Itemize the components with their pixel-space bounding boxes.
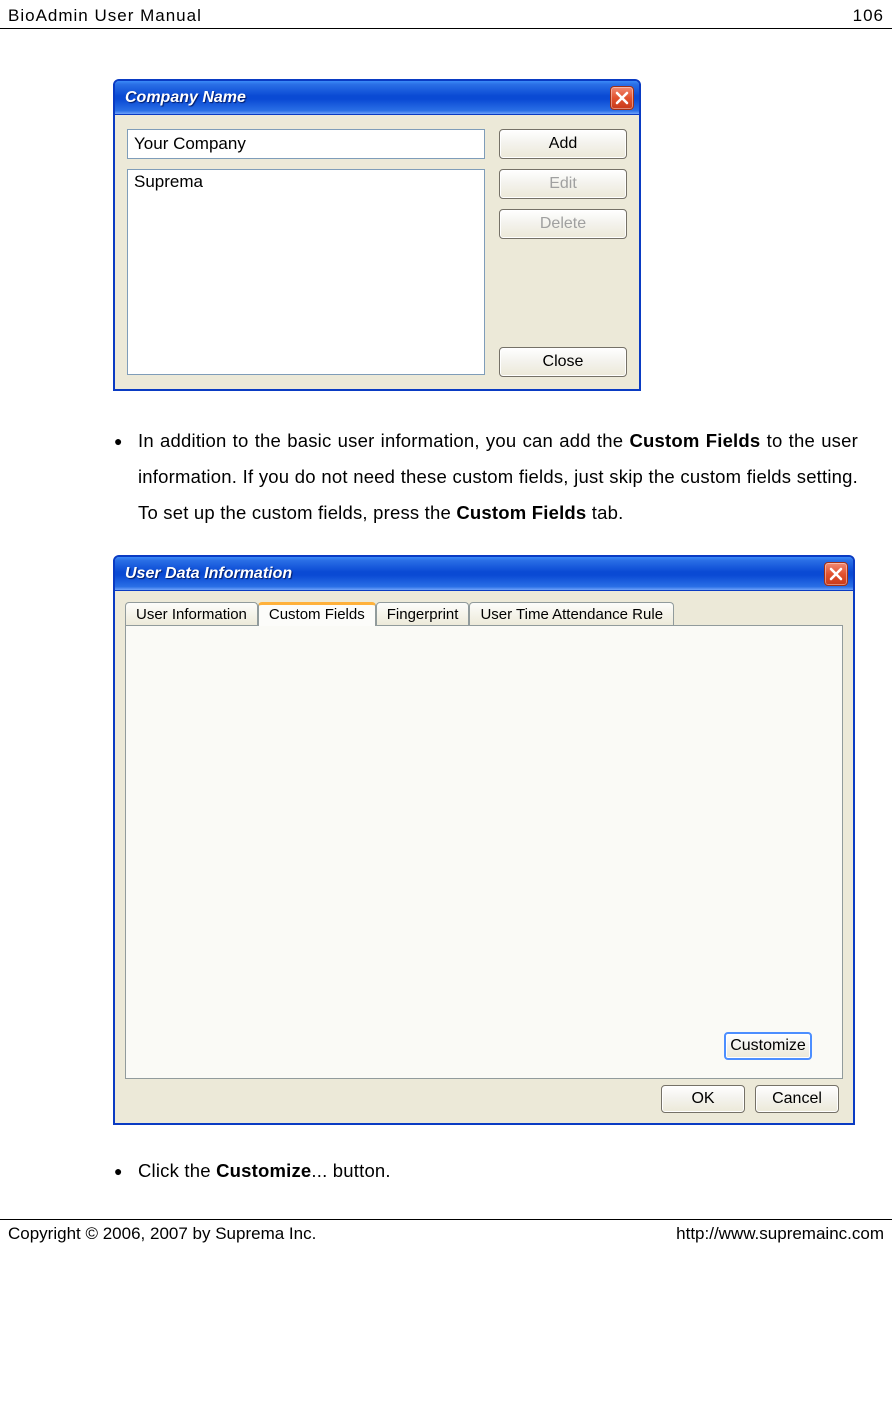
text-run: In addition to the basic user informatio… [138, 430, 629, 451]
ok-button[interactable]: OK [661, 1085, 745, 1113]
text-bold: Custom Fields [629, 430, 760, 451]
text-run: Click the [138, 1160, 216, 1181]
bullet-paragraph: Click the Customize... button. [110, 1153, 858, 1189]
tab-panel-custom-fields: Customize [125, 625, 843, 1079]
add-button[interactable]: Add [499, 129, 627, 159]
manual-title: BioAdmin User Manual [8, 6, 202, 26]
dialog-title: User Data Information [125, 565, 292, 583]
tab-fingerprint[interactable]: Fingerprint [376, 602, 470, 626]
close-icon[interactable] [610, 86, 634, 110]
body-text: Click the Customize... button. [110, 1153, 858, 1189]
page-header: BioAdmin User Manual 106 [0, 0, 892, 29]
dialog-titlebar[interactable]: Company Name [115, 81, 639, 115]
close-button[interactable]: Close [499, 347, 627, 377]
edit-button[interactable]: Edit [499, 169, 627, 199]
body-text: In addition to the basic user informatio… [110, 423, 858, 531]
list-item[interactable]: Suprema [134, 172, 478, 192]
cancel-button[interactable]: Cancel [755, 1085, 839, 1113]
tab-custom-fields[interactable]: Custom Fields [258, 602, 376, 626]
tab-user-information[interactable]: User Information [125, 602, 258, 626]
dialog-title: Company Name [125, 89, 246, 107]
customize-button[interactable]: Customize [724, 1032, 812, 1060]
user-data-info-dialog: User Data Information User Information C… [113, 555, 855, 1125]
tab-bar: User Information Custom Fields Fingerpri… [125, 601, 843, 625]
tab-user-time-attendance-rule[interactable]: User Time Attendance Rule [469, 602, 674, 626]
company-input[interactable] [127, 129, 485, 159]
text-run: tab. [586, 502, 623, 523]
close-icon[interactable] [824, 562, 848, 586]
page-footer: Copyright © 2006, 2007 by Suprema Inc. h… [0, 1220, 892, 1254]
text-bold: Custom Fields [456, 502, 586, 523]
company-name-dialog: Company Name Suprema Add Edit Delete Clo… [113, 79, 641, 391]
bullet-paragraph: In addition to the basic user informatio… [110, 423, 858, 531]
text-bold: Customize [216, 1160, 311, 1181]
company-listbox[interactable]: Suprema [127, 169, 485, 375]
footer-url: http://www.supremainc.com [676, 1224, 884, 1244]
page-number: 106 [853, 6, 884, 26]
text-run: ... button. [311, 1160, 390, 1181]
dialog-titlebar[interactable]: User Data Information [115, 557, 853, 591]
copyright-text: Copyright © 2006, 2007 by Suprema Inc. [8, 1224, 316, 1244]
delete-button[interactable]: Delete [499, 209, 627, 239]
